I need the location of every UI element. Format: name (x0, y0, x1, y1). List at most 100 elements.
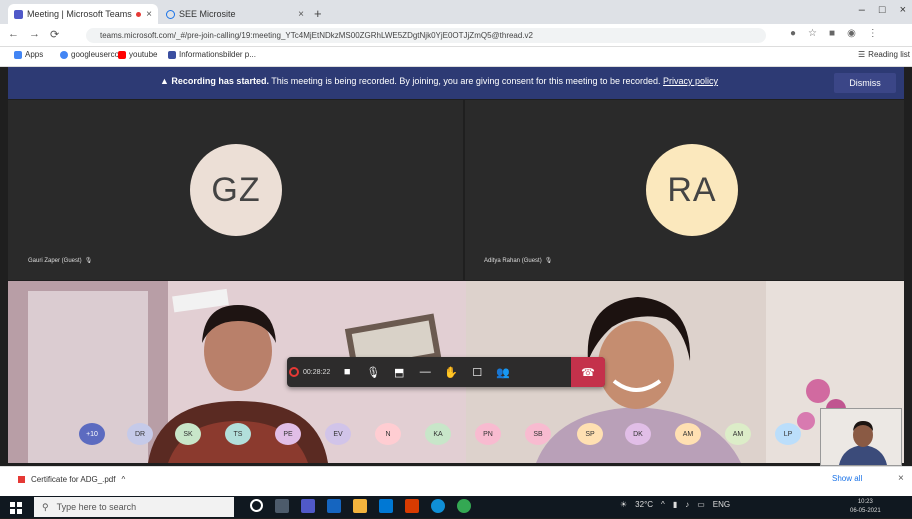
cortana-icon[interactable] (250, 499, 263, 512)
participant-chip[interactable]: DK (625, 423, 651, 445)
share-button[interactable]: ⬒ (386, 357, 412, 387)
maximize-button[interactable]: □ (879, 4, 886, 16)
back-button[interactable]: ← (8, 28, 19, 41)
participant-chip[interactable]: LP (775, 423, 801, 445)
download-item[interactable]: Certificate for ADG_.pdf ^ (18, 475, 125, 484)
mic-button[interactable]: 🎙 (360, 357, 386, 387)
show-all-downloads-link[interactable]: Show all (832, 474, 862, 483)
task-view-icon[interactable] (275, 499, 289, 513)
new-tab-button[interactable]: + (314, 6, 322, 21)
raise-hand-button[interactable]: ✋ (438, 357, 464, 387)
download-menu-caret[interactable]: ^ (121, 475, 125, 484)
privacy-policy-link[interactable]: Privacy policy (663, 76, 718, 86)
teams-icon (14, 9, 23, 19)
tray-chevron-icon[interactable]: ^ (661, 500, 665, 509)
participant-chip[interactable]: AM (675, 423, 701, 445)
participant-chip[interactable]: +10 (79, 423, 105, 445)
temperature-text: 32°C (635, 500, 654, 509)
tab-close-button[interactable]: × (298, 9, 304, 20)
bookmark-apps[interactable]: Apps (14, 50, 43, 59)
url-input[interactable]: teams.microsoft.com/_#/pre-join-calling/… (86, 28, 766, 43)
star-icon[interactable]: ☆ (808, 28, 817, 39)
mail-icon[interactable] (327, 499, 341, 513)
mic-icon: 🎙 (544, 258, 553, 264)
video-camera-icon: ■ (343, 366, 351, 378)
meeting-timer: 00:28:22 (287, 367, 334, 377)
weather-icon[interactable]: ☀ (620, 500, 627, 509)
windows-start-icon[interactable] (10, 501, 22, 514)
download-bar (0, 466, 912, 497)
nav-buttons: ← → ⟳ (8, 28, 59, 41)
recording-indicator-icon (289, 367, 299, 377)
chrome-icon[interactable] (457, 499, 471, 513)
search-icon: ⚲ (42, 501, 49, 512)
extension-icon[interactable]: ■ (829, 28, 835, 39)
participant-chip[interactable]: KA (425, 423, 451, 445)
window-controls: – □ × (859, 4, 906, 16)
reload-button[interactable]: ⟳ (50, 28, 59, 41)
clock-time: 10:23 (857, 499, 873, 505)
chat-icon: ☐ (472, 366, 483, 379)
download-filename: Certificate for ADG_.pdf (31, 475, 116, 484)
more-icon: — (419, 366, 431, 378)
reading-list[interactable]: ☰ Reading list (858, 50, 910, 59)
self-view-video[interactable] (820, 408, 902, 466)
tab-title: Meeting | Microsoft Teams (27, 9, 132, 19)
office-icon[interactable] (405, 499, 419, 513)
close-window-button[interactable]: × (900, 4, 906, 16)
bookmark-informationsbilder[interactable]: Informationsbilder p... (168, 50, 256, 59)
extension-icons: ● ☆ ■ ◉ ⋮ (790, 28, 878, 39)
participant-chip[interactable]: SP (577, 423, 603, 445)
file-explorer-icon[interactable] (353, 499, 367, 513)
taskbar-apps (250, 499, 471, 513)
clock-date: 06-05-2021 (850, 508, 881, 514)
store-icon[interactable] (379, 499, 393, 513)
tab-microsite[interactable]: SEE Microsite × (160, 4, 310, 24)
reading-list-icon: ☰ (858, 50, 866, 59)
bookmark-youtube[interactable]: youtube (118, 50, 157, 59)
participants-button[interactable]: 👥 (490, 357, 516, 387)
battery-icon[interactable]: ▭ (697, 500, 705, 509)
taskbar-search-input[interactable]: ⚲ Type here to search (34, 497, 234, 517)
camera-icon[interactable]: ● (790, 28, 796, 39)
minimize-button[interactable]: – (859, 4, 865, 16)
taskbar-clock[interactable]: 10:23 06-05-2021 (850, 498, 881, 516)
participant-chip[interactable]: TS (225, 423, 251, 445)
menu-icon[interactable]: ⋮ (868, 28, 878, 39)
participant-chip[interactable]: SK (175, 423, 201, 445)
share-tray-icon: ⬒ (394, 366, 405, 379)
participant-chip[interactable]: PE (275, 423, 301, 445)
download-bar-close-button[interactable]: × (898, 473, 904, 484)
hand-icon: ✋ (444, 366, 459, 379)
leave-call-button[interactable]: ☎ (571, 357, 605, 387)
network-icon[interactable]: ▮ (673, 500, 677, 509)
tab-close-button[interactable]: × (146, 9, 152, 20)
system-tray: ☀ 32°C ^ ▮ ♪ ▭ ENG (620, 500, 730, 509)
camera-button[interactable]: ■ (334, 357, 360, 387)
participant-chip[interactable]: PN (475, 423, 501, 445)
participant-chip[interactable]: SB (525, 423, 551, 445)
microphone-icon: 🎙 (366, 366, 381, 379)
dismiss-button[interactable]: Dismiss (834, 73, 896, 93)
volume-icon[interactable]: ♪ (685, 500, 689, 509)
profile-icon[interactable]: ◉ (847, 28, 856, 39)
tab-teams-meeting[interactable]: Meeting | Microsoft Teams × (8, 4, 158, 24)
language-indicator[interactable]: ENG (713, 500, 730, 509)
youtube-icon (118, 50, 126, 59)
self-view-feed (821, 409, 901, 465)
teams-app-icon[interactable] (301, 499, 315, 513)
participant-chip[interactable]: N (375, 423, 401, 445)
forward-button[interactable]: → (29, 28, 40, 41)
more-actions-button[interactable]: — (412, 357, 438, 387)
edge-icon[interactable] (431, 499, 445, 513)
participant-chip[interactable]: DR (127, 423, 153, 445)
apps-icon (14, 50, 22, 59)
participant-chip[interactable]: AM (725, 423, 751, 445)
participant-chip[interactable]: EV (325, 423, 351, 445)
chat-button[interactable]: ☐ (464, 357, 490, 387)
pdf-icon (18, 476, 25, 483)
tab-title: SEE Microsite (179, 9, 236, 19)
meeting-toolbar: 00:28:22 ■ 🎙 ⬒ — ✋ ☐ 👥 ☎ (287, 357, 605, 387)
avatar: GZ (190, 144, 282, 236)
bookmark-google[interactable]: googleusercon (60, 50, 123, 59)
